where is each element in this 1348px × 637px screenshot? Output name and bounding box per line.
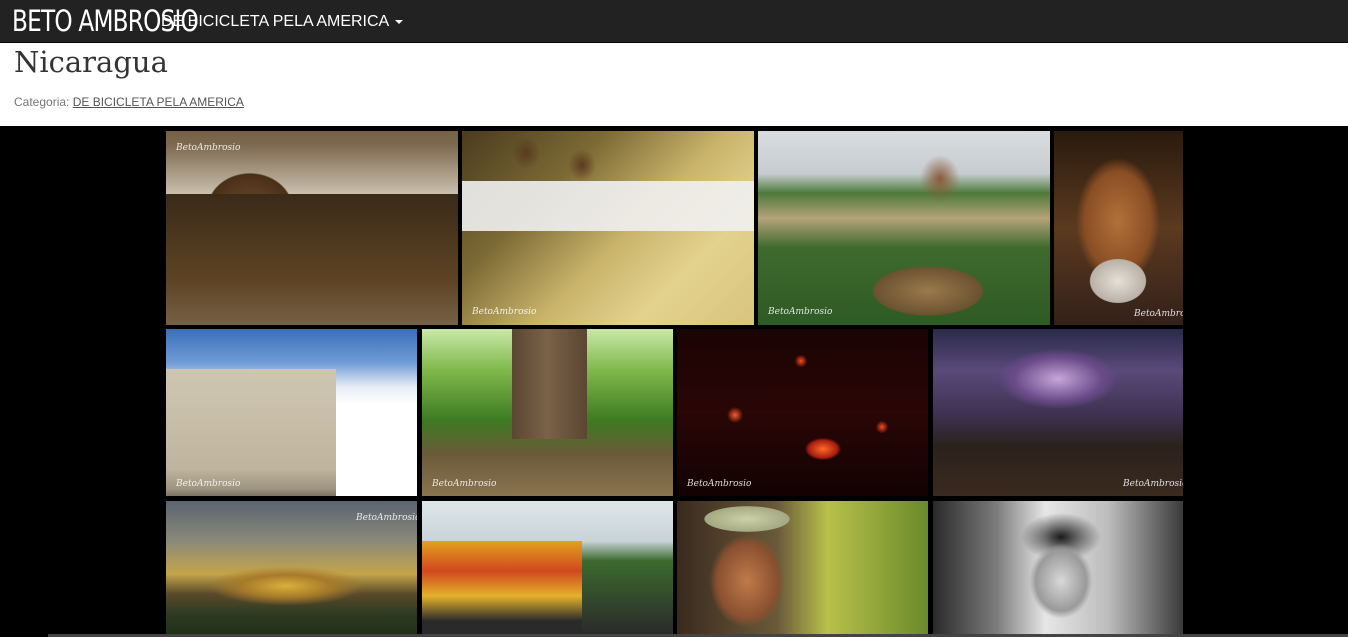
photo-volcano-sunset[interactable]: BetoAmbrosio [166, 501, 417, 634]
category-link[interactable]: DE BICICLETA PELA AMERICA [73, 95, 244, 109]
watermark: BetoAmbrosio [472, 307, 537, 317]
watermark: BetoAmbrosio [176, 479, 241, 489]
photo-man-in-cap[interactable] [677, 501, 928, 634]
category-prefix: Categoria: [14, 95, 70, 109]
page-header: Nicaragua Categoria: DE BICICLETA PELA A… [0, 43, 1348, 126]
photo-old-man-portrait[interactable]: BetoAmbrosio [1054, 131, 1183, 325]
nav-dropdown-label: DE BICICLETA PELA AMERICA [161, 13, 390, 30]
watermark: BetoAmbrosio [1123, 479, 1183, 489]
photo-volcano-lightning[interactable]: BetoAmbrosio [933, 329, 1183, 496]
watermark: BetoAmbrosio [432, 479, 497, 489]
photo-chicken-bus[interactable] [422, 501, 673, 634]
photo-boy-black-white[interactable] [933, 501, 1183, 634]
photo-lava-night[interactable]: BetoAmbrosio [677, 329, 928, 496]
watermark: BetoAmbrosio [176, 143, 241, 153]
photo-two-boys[interactable]: BetoAmbrosio [462, 131, 754, 325]
navbar: BETO AMBROSIO DE BICICLETA PELA AMERICA [0, 0, 1348, 43]
category-meta: Categoria: DE BICICLETA PELA AMERICA [14, 94, 244, 110]
photo-girls-smiling[interactable]: BetoAmbrosio [166, 131, 458, 325]
photo-farmer-with-sticks[interactable]: BetoAmbrosio [758, 131, 1050, 325]
watermark: BetoAmbrosio [356, 513, 417, 523]
watermark: BetoAmbrosio [768, 307, 833, 317]
photo-giant-tree[interactable]: BetoAmbrosio [422, 329, 673, 496]
watermark: BetoAmbrosio [687, 479, 752, 489]
caret-down-icon [395, 19, 404, 24]
page-title: Nicaragua [14, 45, 168, 79]
watermark: BetoAmbrosio [1134, 309, 1183, 319]
photo-leon-cathedral[interactable]: BetoAmbrosio [166, 329, 417, 496]
nav-dropdown[interactable]: DE BICICLETA PELA AMERICA [161, 0, 404, 43]
